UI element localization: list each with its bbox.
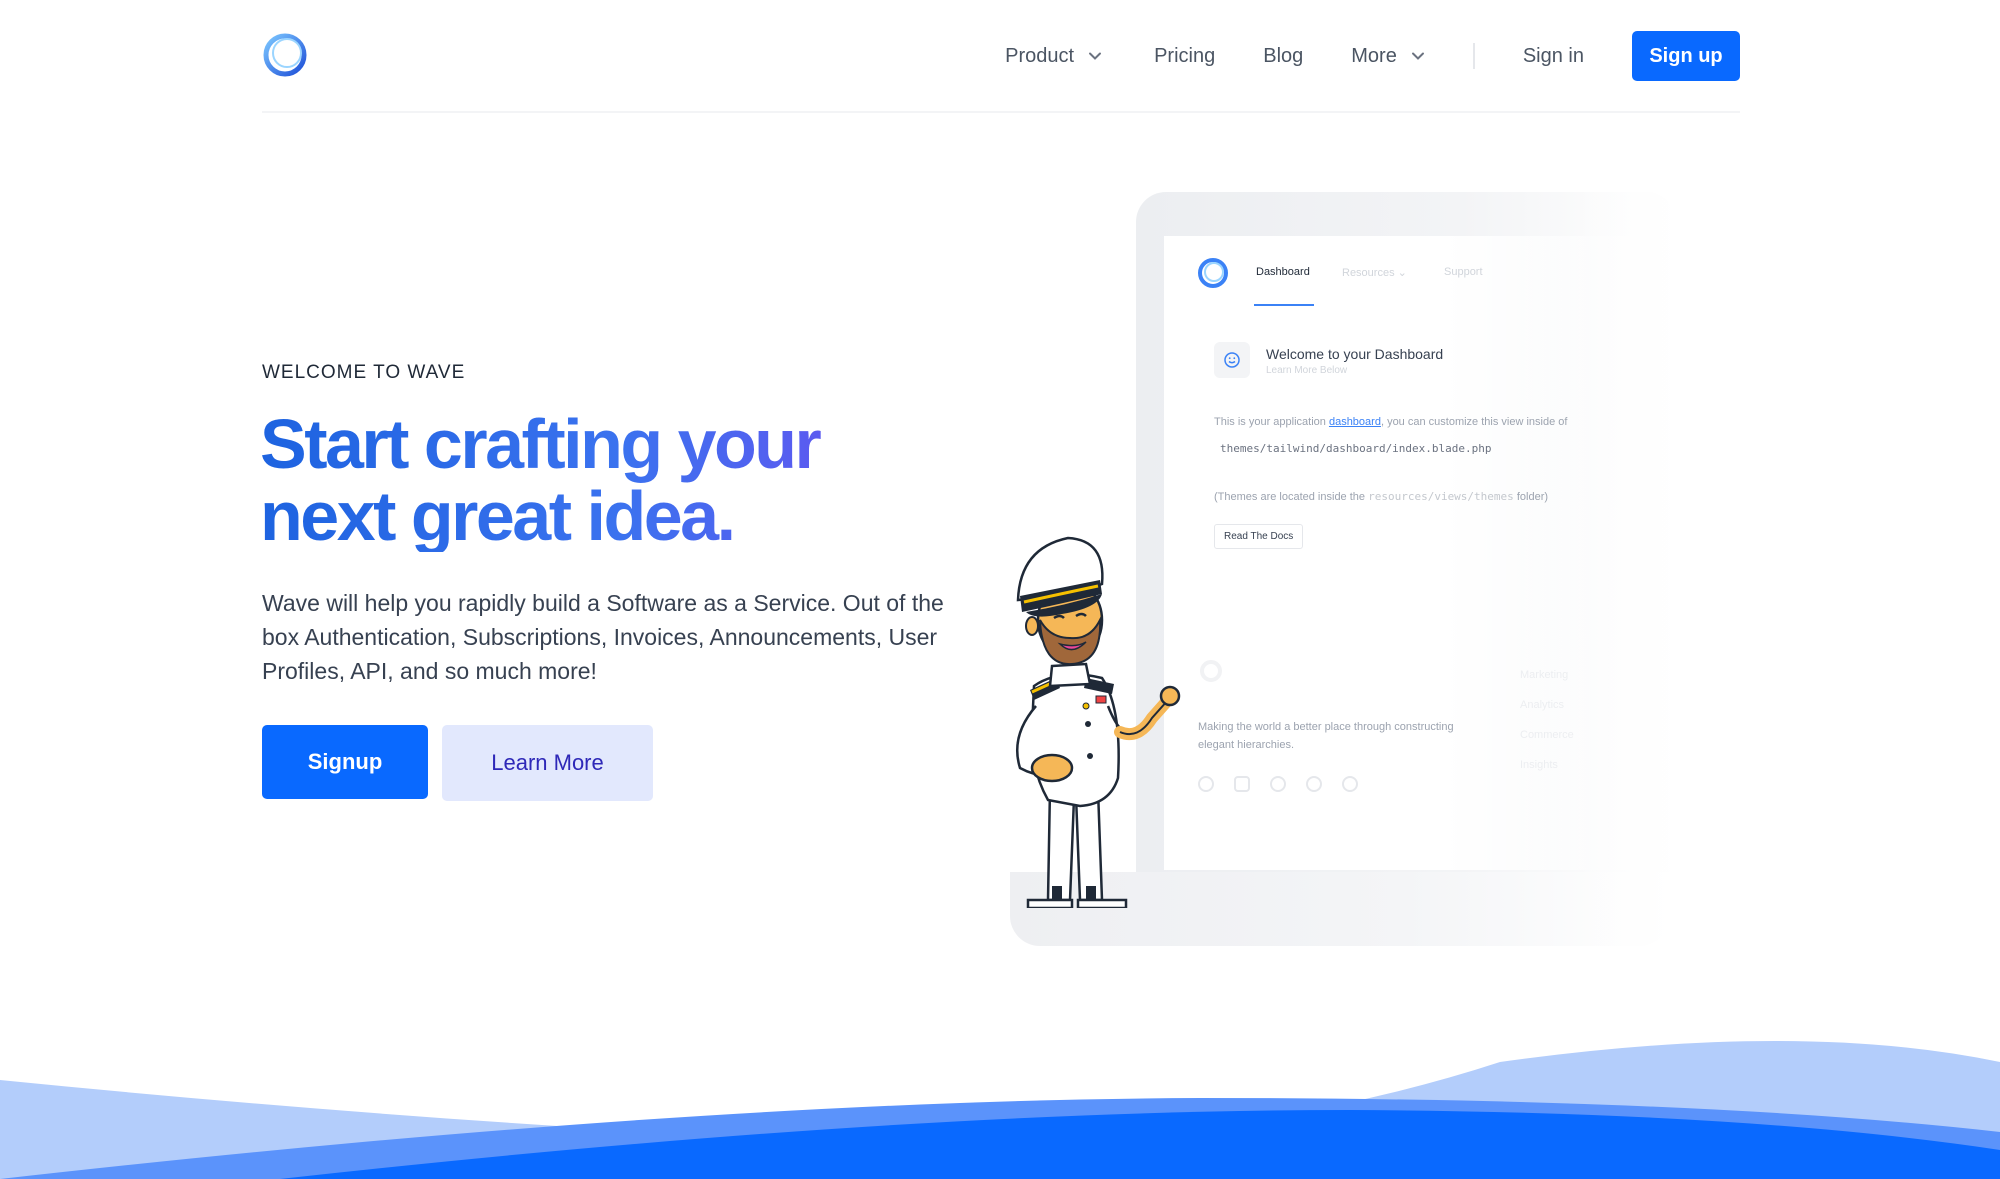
- nav-product-label: Product: [1005, 44, 1075, 67]
- captain-mascot-illustration: [1016, 536, 1181, 908]
- mockup-active-tab-underline: [1254, 304, 1314, 306]
- hero-headline-line1: Start crafting your: [260, 405, 820, 483]
- mockup-code-path: themes/tailwind/dashboard/index.blade.ph…: [1220, 442, 1492, 455]
- twitter-icon: [1270, 776, 1286, 792]
- mockup-intro-before: This is your application: [1214, 416, 1329, 428]
- nav-blog[interactable]: Blog: [1263, 45, 1303, 68]
- mockup-footer-text: Making the world a better place through …: [1198, 721, 1454, 751]
- mockup-fade-overlay: [1560, 180, 1740, 960]
- chevron-down-icon: [1089, 52, 1102, 60]
- hero-signup-button[interactable]: Signup: [262, 725, 428, 799]
- sign-up-button[interactable]: Sign up: [1632, 31, 1740, 81]
- mockup-themes-suffix: folder): [1513, 491, 1549, 503]
- main-nav: Product Pricing Blog More Sign in Sign u…: [1005, 31, 1740, 81]
- mockup-dashboard-link: dashboard: [1328, 416, 1381, 428]
- instagram-icon: [1234, 776, 1250, 792]
- sign-in-link[interactable]: Sign in: [1523, 45, 1584, 68]
- mockup-logo-icon: [1196, 256, 1230, 290]
- nav-divider: [1472, 43, 1475, 69]
- mockup-read-docs-button: Read The Docs: [1214, 524, 1304, 549]
- hero-headline: Start crafting your next great idea.: [260, 408, 920, 552]
- mockup-themes-prefix: (Themes are located inside the: [1214, 491, 1369, 503]
- smiley-icon: [1214, 342, 1250, 378]
- wave-logo-icon[interactable]: [262, 32, 308, 78]
- footer-waves: [0, 1041, 2000, 1179]
- nav-product[interactable]: Product: [1005, 45, 1102, 68]
- mockup-intro-text: This is your application dashboard, you …: [1214, 416, 1567, 428]
- github-icon: [1306, 776, 1322, 792]
- mockup-nav-dashboard: Dashboard: [1256, 266, 1310, 278]
- hero-eyebrow: WELCOME TO WAVE: [262, 362, 466, 383]
- chevron-down-icon: [1411, 52, 1424, 60]
- hero-headline-line2: next great idea.: [260, 477, 734, 555]
- mockup-intro-after: , you can customize this view inside of: [1380, 416, 1568, 428]
- mockup-card-subtitle: Learn More Below: [1266, 365, 1348, 376]
- mockup-nav-resources-label: Resources: [1342, 267, 1395, 279]
- mockup-nav-resources: Resources ⌄: [1342, 267, 1407, 279]
- mockup-card-title: Welcome to your Dashboard: [1266, 346, 1444, 362]
- nav-more[interactable]: More: [1351, 45, 1425, 68]
- mockup-social-icons: [1198, 776, 1358, 792]
- learn-more-button[interactable]: Learn More: [442, 725, 653, 801]
- hero-description: Wave will help you rapidly build a Softw…: [262, 590, 944, 684]
- dribbble-icon: [1342, 776, 1358, 792]
- nav-pricing[interactable]: Pricing: [1154, 45, 1215, 68]
- site-header: Product Pricing Blog More Sign in Sign u…: [262, 0, 1740, 113]
- mockup-themes-code: resources/views/themes: [1368, 490, 1514, 503]
- mockup-themes-note: (Themes are located inside the resources…: [1214, 490, 1548, 503]
- nav-more-label: More: [1351, 44, 1397, 67]
- mockup-nav-support: Support: [1444, 266, 1483, 278]
